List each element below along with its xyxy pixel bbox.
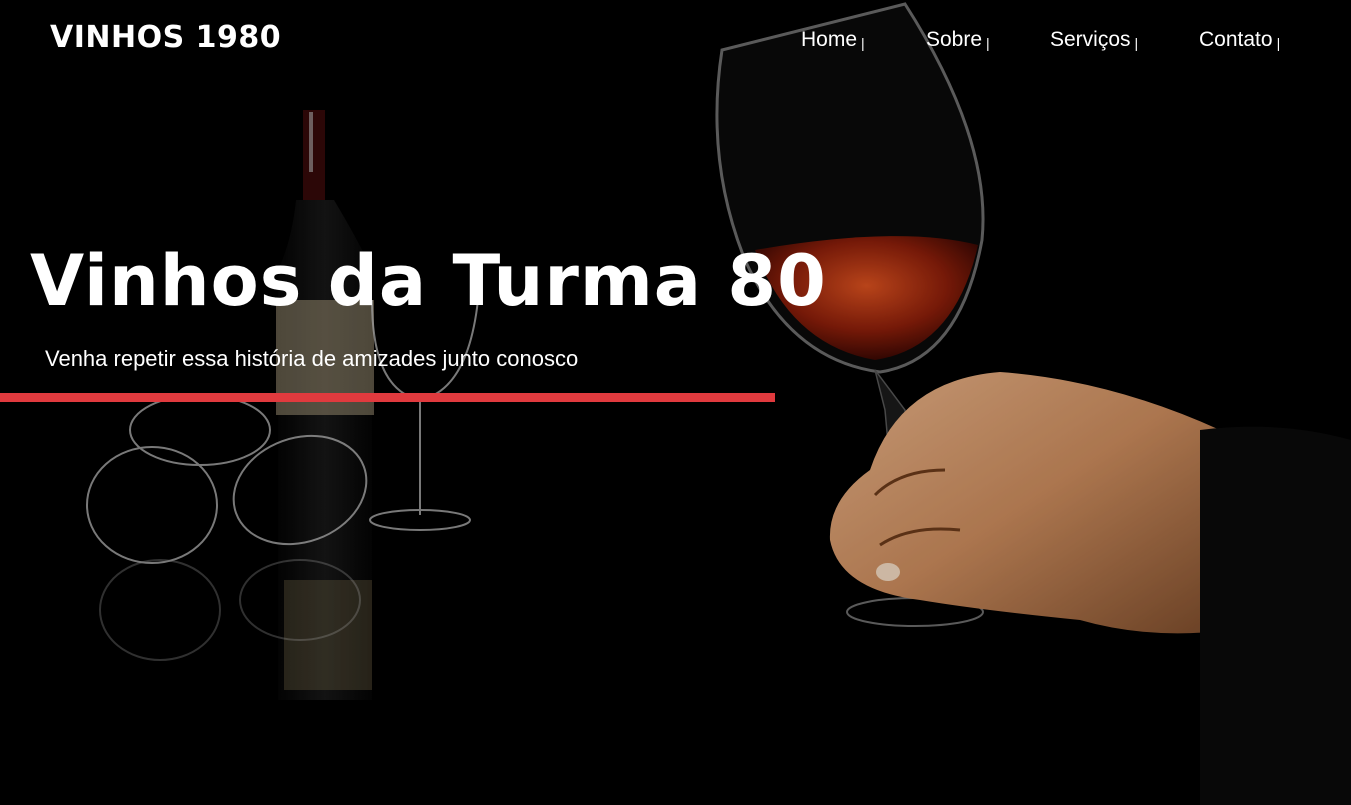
main-nav: Home | Sobre | Serviços | Contato | (0, 28, 1351, 58)
nav-item-servicos[interactable]: Serviços | (1050, 28, 1138, 52)
hero-section: VINHOS 1980 Home | Sobre | Serviços | Conta… (0, 0, 1351, 805)
nav-item-contato[interactable]: Contato | (1199, 28, 1280, 52)
nav-item-label: Contato (1199, 28, 1273, 51)
hero-title: Vinhos da Turma 80 (30, 240, 827, 322)
accent-divider (0, 393, 775, 402)
nav-separator: | (1134, 35, 1139, 51)
hero-subtitle: Venha repetir essa história de amizades … (45, 346, 579, 371)
nav-item-label: Home (801, 28, 858, 51)
nav-item-label: Serviços (1050, 28, 1131, 51)
nav-item-sobre[interactable]: Sobre | (926, 28, 990, 52)
nav-separator: | (986, 35, 990, 51)
nav-item-home[interactable]: Home | (801, 28, 865, 52)
nav-separator: | (1276, 35, 1281, 51)
nav-item-label: Sobre (926, 28, 983, 51)
hero-background-image (0, 0, 1351, 805)
nav-separator: | (861, 35, 865, 51)
